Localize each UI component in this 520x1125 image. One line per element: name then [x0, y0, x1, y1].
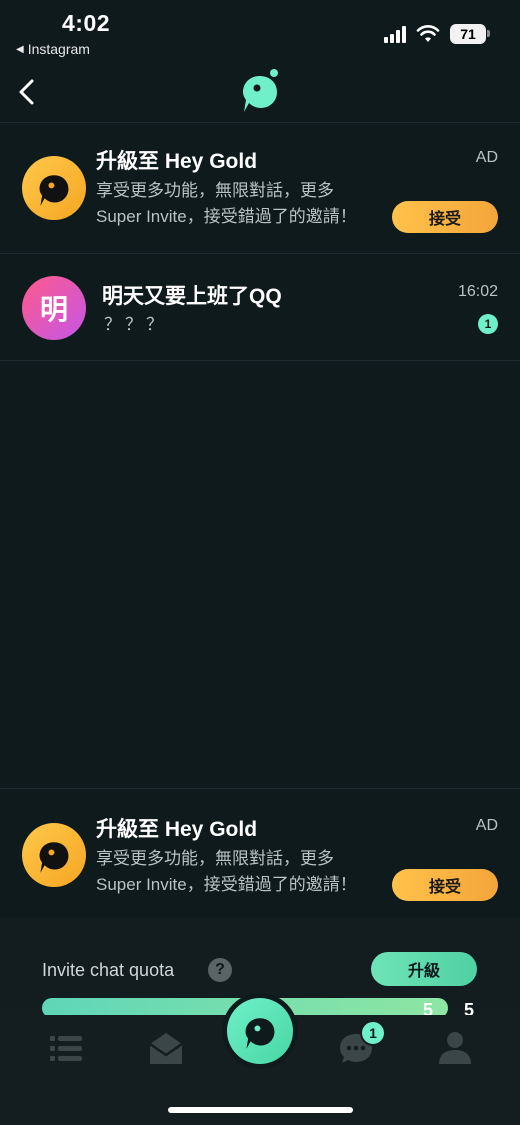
back-triangle-icon: ◀: [16, 43, 24, 55]
battery-indicator: 71: [450, 24, 490, 44]
hey-logo-icon: [39, 842, 69, 873]
wifi-icon: [416, 25, 440, 42]
list-icon[interactable]: [46, 1028, 86, 1068]
chat-avatar: 明: [22, 276, 86, 340]
home-indicator[interactable]: [168, 1107, 353, 1113]
ad-title: 升級至 Hey Gold: [96, 150, 258, 173]
home-logo-icon: [227, 998, 293, 1064]
upgrade-button[interactable]: 升級: [371, 952, 477, 986]
ad-line2: Super Invite，接受錯過了的邀請！: [96, 875, 357, 894]
ad-line2: Super Invite，接受錯過了的邀請！: [96, 207, 357, 226]
back-app-label: Instagram: [27, 41, 90, 57]
help-icon[interactable]: ?: [208, 958, 232, 982]
chat-row[interactable]: 明 明天又要上班了QQ 16:02 ？？？ 1: [0, 254, 520, 360]
bottom-ad-banner[interactable]: 升級至 Hey Gold AD 享受更多功能，無限對話，更多 Super Inv…: [0, 788, 520, 918]
unread-badge: 1: [478, 314, 498, 334]
accept-button[interactable]: 接受: [392, 869, 498, 901]
chat-preview: ？？？: [104, 315, 167, 334]
home-tab-button[interactable]: [222, 993, 298, 1069]
back-to-app-link[interactable]: ◀ Instagram: [16, 41, 90, 57]
ad-row[interactable]: 升級至 Hey Gold AD 享受更多功能，無限對話，更多 Super Inv…: [0, 123, 520, 253]
profile-icon[interactable]: [435, 1028, 475, 1068]
hey-logo-icon: [243, 69, 278, 112]
ad-line1: 享受更多功能，無限對話，更多: [96, 849, 334, 868]
ad-avatar: [22, 156, 86, 220]
ad-avatar: [22, 823, 86, 887]
back-arrow-icon[interactable]: [14, 78, 40, 106]
status-time: 4:02: [62, 10, 111, 36]
status-icons: 71: [384, 24, 490, 44]
row-divider: [0, 360, 520, 361]
ad-title: 升級至 Hey Gold: [96, 818, 258, 841]
mail-icon[interactable]: [146, 1028, 186, 1068]
chat-unread-badge: 1: [360, 1020, 386, 1046]
hey-logo-icon: [39, 175, 69, 206]
ad-tag: AD: [475, 817, 498, 834]
chat-name: 明天又要上班了QQ: [102, 285, 282, 308]
cellular-signal-icon: [384, 25, 406, 43]
chat-time: 16:02: [457, 283, 498, 300]
quota-label: Invite chat quota: [42, 960, 175, 980]
ad-line1: 享受更多功能，無限對話，更多: [96, 181, 334, 200]
ad-tag: AD: [475, 149, 498, 166]
accept-button[interactable]: 接受: [392, 201, 498, 233]
